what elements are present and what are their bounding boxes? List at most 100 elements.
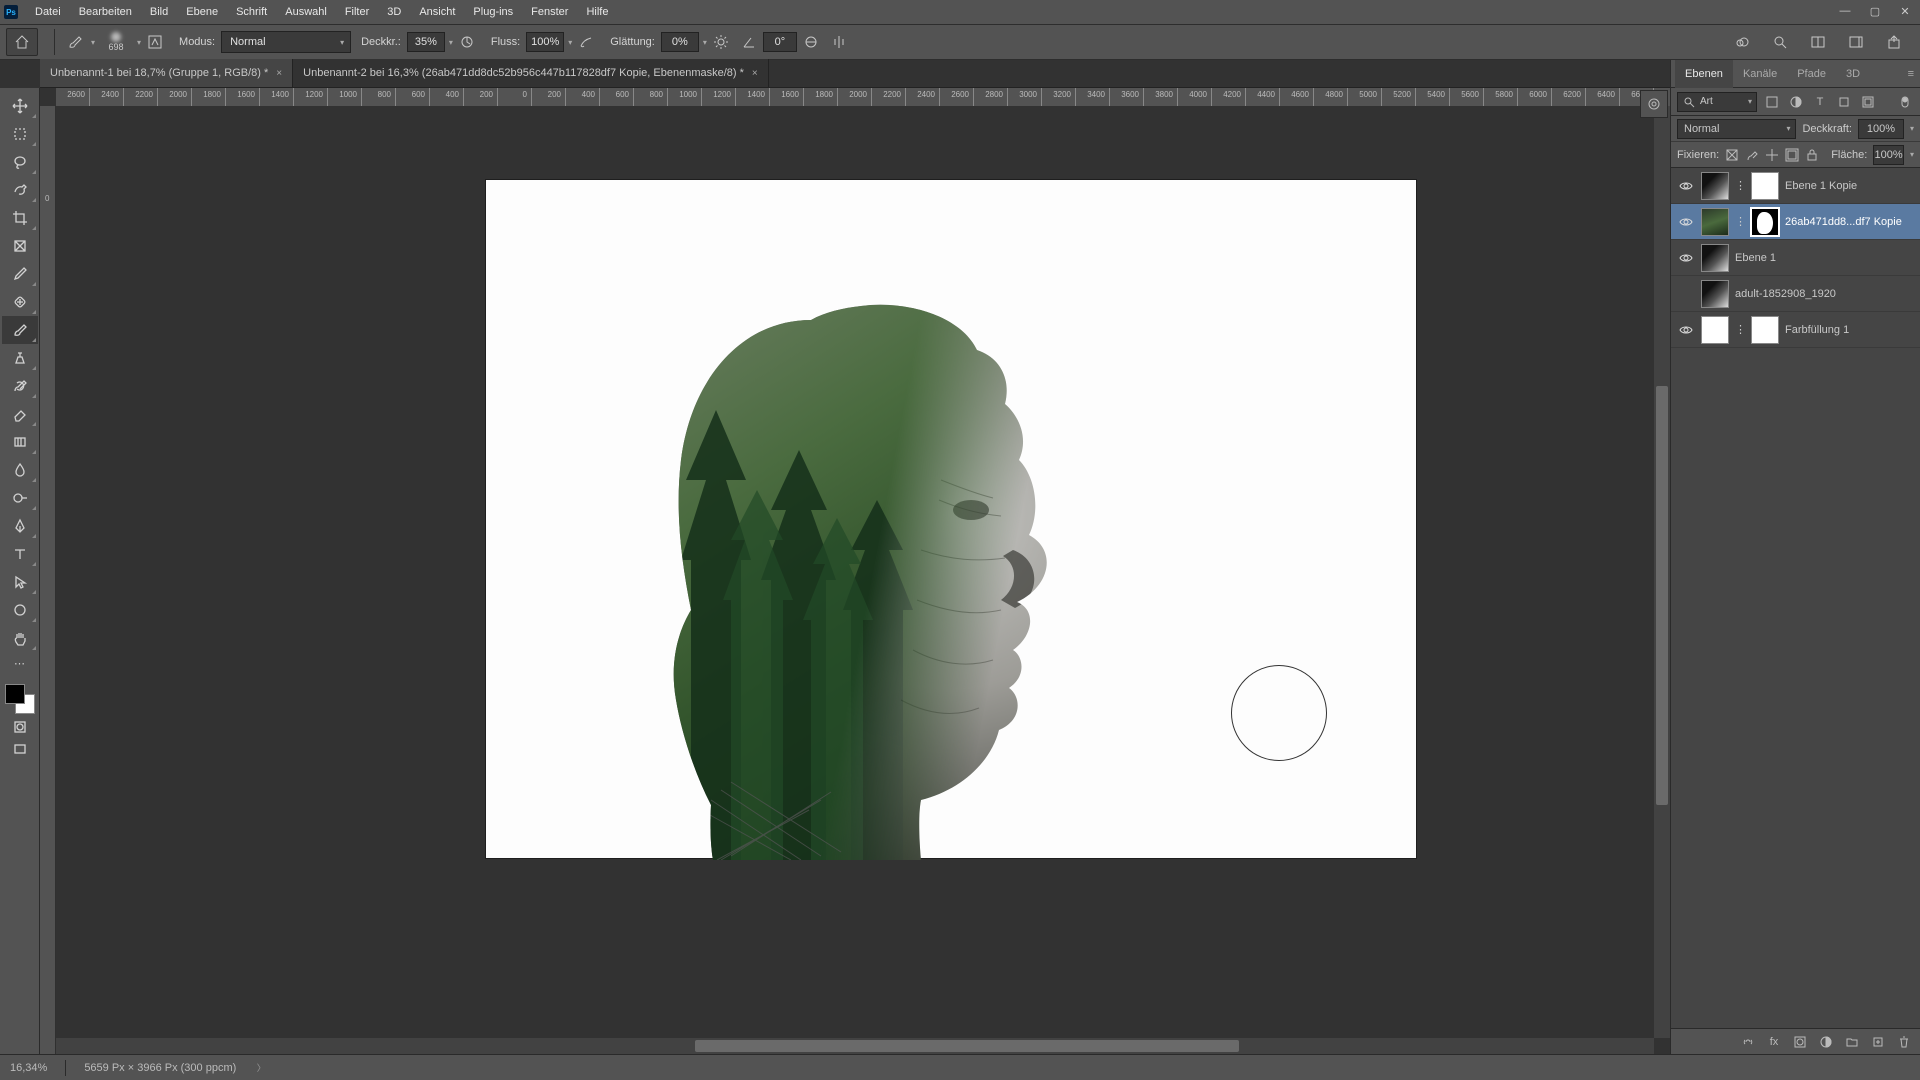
layer-visibility-toggle[interactable] (1677, 215, 1695, 229)
workspace-switcher-icon[interactable] (1844, 30, 1868, 54)
layer-row[interactable]: Ebene 1 (1671, 240, 1920, 276)
layer-thumbnail[interactable] (1701, 316, 1729, 344)
layer-row[interactable]: ⋮Ebene 1 Kopie (1671, 168, 1920, 204)
move-tool[interactable] (2, 92, 38, 120)
layer-mask-link-icon[interactable]: ⋮ (1735, 323, 1745, 336)
document-tab-2[interactable]: Unbenannt-2 bei 16,3% (26ab471dd8dc52b95… (293, 59, 769, 87)
path-selection-tool[interactable] (2, 568, 38, 596)
filter-type-icon[interactable]: T (1811, 93, 1829, 111)
symmetry-icon[interactable] (827, 30, 851, 54)
arrange-documents-icon[interactable] (1806, 30, 1830, 54)
layer-row[interactable]: ⋮ Farbfüllung 1 (1671, 312, 1920, 348)
menu-type[interactable]: Schrift (227, 0, 276, 24)
menu-edit[interactable]: Bearbeiten (70, 0, 141, 24)
current-tool-brush-icon[interactable] (63, 30, 87, 54)
clone-stamp-tool[interactable] (2, 344, 38, 372)
history-brush-tool[interactable] (2, 372, 38, 400)
menu-plugins[interactable]: Plug-ins (464, 0, 522, 24)
blend-mode-dropdown[interactable]: Normal (221, 31, 351, 53)
menu-select[interactable]: Auswahl (276, 0, 336, 24)
marquee-tool[interactable] (2, 120, 38, 148)
opacity-field[interactable]: 35% (407, 32, 445, 52)
lock-position-icon[interactable] (1765, 146, 1779, 164)
layer-thumbnail[interactable] (1701, 208, 1729, 236)
type-tool[interactable] (2, 540, 38, 568)
shape-tool[interactable] (2, 596, 38, 624)
brush-preset-picker[interactable]: 698 (99, 27, 133, 57)
lock-artboard-icon[interactable] (1785, 146, 1799, 164)
menu-layer[interactable]: Ebene (177, 0, 227, 24)
layer-opacity-field[interactable]: 100% (1858, 119, 1904, 139)
tab-3d[interactable]: 3D (1836, 60, 1870, 88)
link-layers-icon[interactable] (1740, 1034, 1756, 1050)
search-icon[interactable] (1768, 30, 1792, 54)
maximize-icon[interactable]: ▢ (1866, 2, 1884, 20)
foreground-color-swatch[interactable] (5, 684, 25, 704)
brush-tool[interactable] (2, 316, 38, 344)
tool-preset-chevron-icon[interactable] (87, 36, 95, 48)
edit-toolbar-icon[interactable]: ⋯ (2, 652, 38, 674)
pen-tool[interactable] (2, 512, 38, 540)
new-group-icon[interactable] (1844, 1034, 1860, 1050)
layer-thumbnail[interactable] (1701, 244, 1729, 272)
layer-mask-thumbnail[interactable] (1751, 172, 1779, 200)
close-tab-2-icon[interactable]: × (752, 68, 758, 79)
angle-icon[interactable] (737, 30, 761, 54)
screen-mode-icon[interactable] (2, 738, 38, 760)
menu-3d[interactable]: 3D (378, 0, 410, 24)
add-mask-icon[interactable] (1792, 1034, 1808, 1050)
tab-channels[interactable]: Kanäle (1733, 60, 1787, 88)
lasso-tool[interactable] (2, 148, 38, 176)
fill-chevron-icon[interactable]: ▾ (1910, 150, 1914, 159)
layer-row[interactable]: ⋮26ab471dd8...df7 Kopie (1671, 204, 1920, 240)
layer-blend-mode-dropdown[interactable]: Normal (1677, 119, 1796, 139)
layer-filter-type[interactable]: Art ▾ (1677, 92, 1757, 112)
layer-visibility-toggle[interactable] (1677, 323, 1695, 337)
layer-row[interactable]: adult-1852908_1920 (1671, 276, 1920, 312)
brush-settings-panel-icon[interactable] (143, 30, 167, 54)
new-layer-icon[interactable] (1870, 1034, 1886, 1050)
color-swatches[interactable] (3, 682, 37, 716)
document-tab-1[interactable]: Unbenannt-1 bei 18,7% (Gruppe 1, RGB/8) … (40, 59, 293, 87)
flow-chevron-icon[interactable] (564, 36, 572, 48)
layer-mask-thumbnail[interactable] (1751, 316, 1779, 344)
zoom-level[interactable]: 16,34% (10, 1062, 47, 1074)
canvas-viewport[interactable] (56, 106, 1670, 1054)
layer-visibility-toggle[interactable] (1677, 251, 1695, 265)
horizontal-ruler[interactable]: 2600240022002000180016001400120010008006… (56, 88, 1670, 106)
blur-tool[interactable] (2, 456, 38, 484)
panel-menu-icon[interactable]: ≡ (1908, 68, 1914, 80)
tab-paths[interactable]: Pfade (1787, 60, 1836, 88)
layer-name[interactable]: Farbfüllung 1 (1785, 324, 1914, 336)
quick-selection-tool[interactable] (2, 176, 38, 204)
eyedropper-tool[interactable] (2, 260, 38, 288)
layer-thumbnail[interactable] (1701, 172, 1729, 200)
vertical-ruler[interactable]: 0 (40, 106, 56, 1054)
filter-shape-icon[interactable] (1835, 93, 1853, 111)
horizontal-scroll-thumb[interactable] (695, 1040, 1238, 1052)
collapsed-panel-icon[interactable] (1640, 90, 1668, 118)
gradient-tool[interactable] (2, 428, 38, 456)
smoothing-field[interactable]: 0% (661, 32, 699, 52)
flow-field[interactable]: 100% (526, 32, 564, 52)
minimize-icon[interactable]: — (1836, 2, 1854, 20)
layer-name[interactable]: adult-1852908_1920 (1735, 288, 1914, 300)
smoothing-options-gear-icon[interactable] (709, 30, 733, 54)
home-button[interactable] (6, 28, 38, 56)
lock-transparent-icon[interactable] (1725, 146, 1739, 164)
pressure-size-icon[interactable] (799, 30, 823, 54)
vertical-scrollbar[interactable] (1654, 106, 1670, 1038)
lock-all-icon[interactable] (1805, 146, 1819, 164)
document-dimensions[interactable]: 5659 Px × 3966 Px (300 ppcm) (84, 1062, 236, 1074)
new-adjustment-layer-icon[interactable] (1818, 1034, 1834, 1050)
pressure-opacity-icon[interactable] (455, 30, 479, 54)
cloud-docs-icon[interactable] (1730, 30, 1754, 54)
angle-field[interactable]: 0° (763, 32, 797, 52)
fill-field[interactable]: 100% (1873, 145, 1904, 165)
document-canvas[interactable] (486, 180, 1416, 858)
layer-mask-link-icon[interactable]: ⋮ (1735, 179, 1745, 192)
menu-view[interactable]: Ansicht (410, 0, 464, 24)
crop-tool[interactable] (2, 204, 38, 232)
lock-image-icon[interactable] (1745, 146, 1759, 164)
airbrush-icon[interactable] (574, 30, 598, 54)
